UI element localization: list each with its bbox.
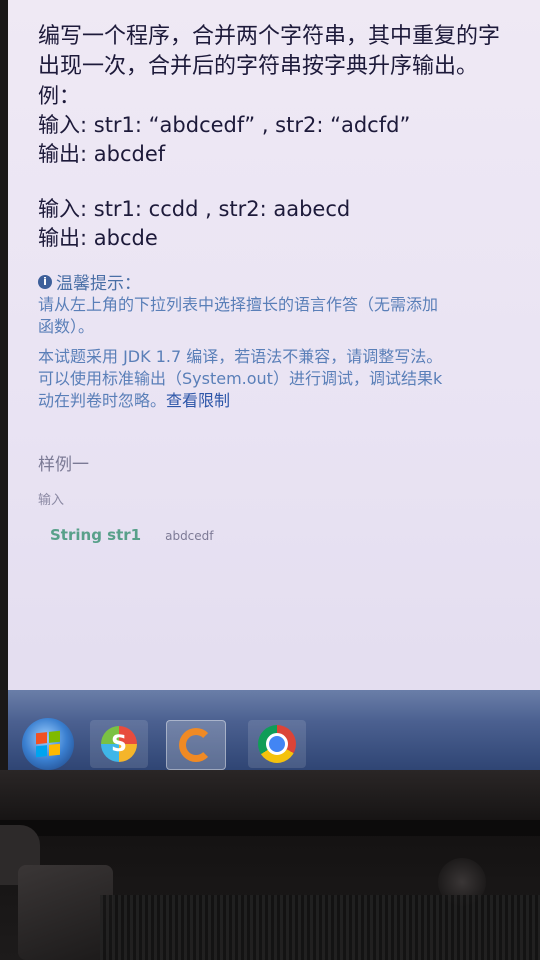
param-value: abdcedf	[165, 529, 214, 543]
tip-line-2: 函数）。	[38, 317, 95, 336]
example-label: 例：	[38, 84, 80, 108]
tip-line-5: 动在判卷时忽略。	[38, 391, 167, 410]
keyboard-key	[18, 865, 113, 960]
tip-section: i 温馨提示： 请从左上角的下拉列表中选择擅长的语言作答（无需添加 函数）。 本…	[38, 269, 540, 412]
example-1-output: 输出: abcdef	[38, 142, 166, 166]
sample-input-label: 输入	[38, 493, 65, 508]
speaker-grille	[100, 895, 540, 960]
tip-line-4: 可以使用标准输出（System.out）进行调试，调试结果k	[38, 369, 443, 388]
tip-line-1: 请从左上角的下拉列表中选择擅长的语言作答（无需添加	[38, 295, 439, 314]
question-line-1: 编写一个程序，合并两个字符串，其中重复的字	[38, 24, 501, 49]
example-2-input: 输入: str1: ccdd , str2: aabecd	[38, 197, 351, 221]
chrome-icon	[258, 725, 296, 763]
laptop-hinge	[0, 820, 540, 836]
taskbar-app-orange[interactable]	[166, 720, 226, 770]
tip-header: i 温馨提示：	[38, 269, 540, 294]
example-1-input: 输入: str1: “abdcedf” , str2: “adcfd”	[38, 113, 411, 137]
windows-start-button[interactable]	[22, 718, 74, 770]
info-icon: i	[38, 274, 52, 289]
taskbar: S	[8, 690, 540, 770]
question-line-2: 出现一次，合并后的字符串按字典升序输出。	[38, 54, 479, 79]
taskbar-app-sogou[interactable]: S	[90, 720, 148, 768]
sogou-icon: S	[101, 726, 137, 762]
view-limits-link[interactable]: 查看限制	[166, 391, 230, 410]
tip-line-5-wrap: 动在判卷时忽略。查看限制	[38, 390, 540, 412]
example-2-output: 输出: abcde	[38, 226, 158, 250]
tip-title: 温馨提示：	[56, 274, 141, 294]
problem-content: 编写一个程序，合并两个字符串，其中重复的字 出现一次，合并后的字符串按字典升序输…	[38, 22, 540, 544]
monitor-screen: 编写一个程序，合并两个字符串，其中重复的字 出现一次，合并后的字符串按字典升序输…	[8, 0, 540, 770]
sample-title: 样例一	[38, 455, 89, 475]
param-name: String str1	[50, 526, 142, 544]
tip-line-3: 本试题采用 JDK 1.7 编译，若语法不兼容，请调整写法。	[38, 347, 443, 366]
app-orange-icon	[179, 728, 213, 762]
windows-start-icon	[36, 730, 60, 758]
taskbar-app-chrome[interactable]	[248, 720, 306, 768]
sample-param-row: String str1 abdcedf	[38, 526, 540, 544]
